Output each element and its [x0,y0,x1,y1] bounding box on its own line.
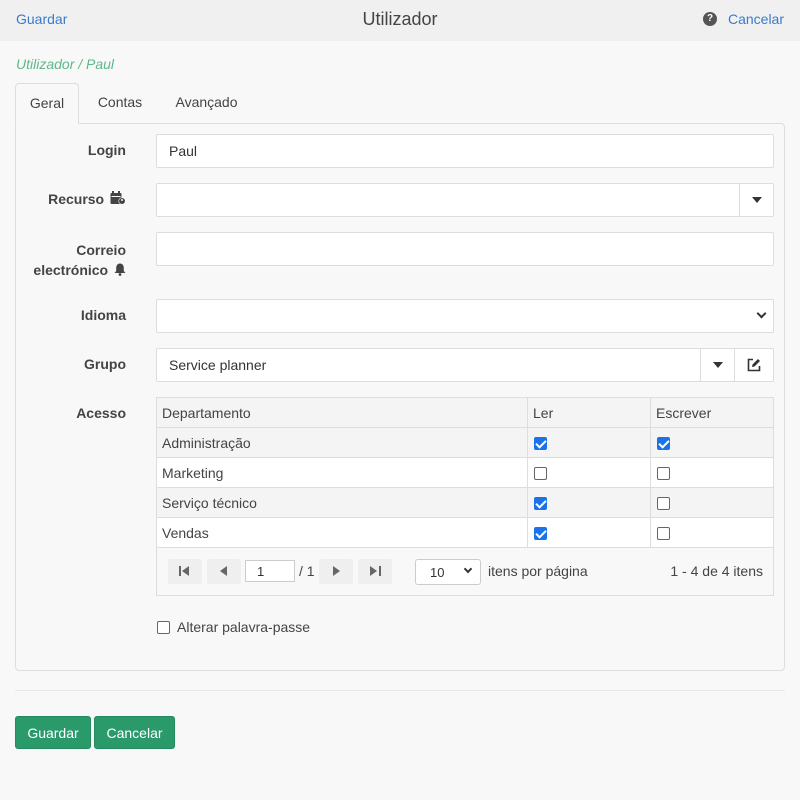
next-page-icon [333,566,340,576]
next-page-button[interactable] [319,559,353,584]
bell-icon [114,263,126,276]
resource-label-text: Recurso [48,191,105,207]
page-size-select[interactable]: 10 [415,559,481,585]
group-label: Grupo [84,356,126,372]
group-value: Service planner [169,357,267,373]
table-row: Serviço técnico [156,487,774,518]
access-table: Departamento Ler Escrever Administração … [156,397,774,548]
chevron-down-icon [463,564,473,574]
department-cell: Administração [156,427,528,458]
column-header-write[interactable]: Escrever [650,397,774,428]
tab-avancado[interactable]: Avançado [165,83,248,124]
save-button[interactable]: Guardar [15,716,91,749]
resource-select[interactable] [156,183,774,217]
calendar-user-icon [110,191,126,205]
table-header-row: Departamento Ler Escrever [156,397,774,428]
table-row: Marketing [156,457,774,488]
cancel-button[interactable]: Cancelar [94,716,175,749]
help-icon[interactable]: ? [703,12,717,26]
first-page-button[interactable] [168,559,202,584]
column-header-department[interactable]: Departamento [156,397,528,428]
change-password-checkbox[interactable] [157,620,170,634]
department-cell: Marketing [156,457,528,488]
page-number-input[interactable]: 1 [245,560,295,582]
first-page-icon [179,566,181,576]
last-page-icon [370,566,377,576]
email-input[interactable] [156,232,774,266]
edit-icon [747,358,761,372]
page-size-value: 10 [430,565,445,580]
write-checkbox[interactable] [657,497,670,511]
read-checkbox[interactable] [534,497,547,511]
group-select[interactable]: Service planner [156,348,774,382]
login-input[interactable]: Paul [156,134,774,168]
resource-dropdown-button[interactable] [739,184,773,216]
group-dropdown-button[interactable] [700,349,734,381]
email-label-line2: electrónico [33,262,109,278]
last-page-button[interactable] [358,559,392,584]
change-password-row[interactable]: Alterar palavra-passe [156,619,310,635]
column-header-read[interactable]: Ler [527,397,651,428]
caret-down-icon [713,362,723,368]
divider [15,690,785,691]
write-checkbox[interactable] [657,527,670,541]
caret-down-icon [752,197,762,203]
prev-page-icon [220,566,227,576]
prev-page-button[interactable] [207,559,241,584]
pager: 1 / 1 10 itens por página 1 - 4 de 4 ite… [156,548,774,596]
read-checkbox[interactable] [534,437,547,451]
access-label: Acesso [76,405,126,421]
language-select[interactable] [156,299,774,333]
change-password-label[interactable]: Alterar palavra-passe [177,619,310,635]
department-cell: Vendas [156,517,528,548]
table-row: Administração [156,427,774,458]
login-label: Login [87,142,126,158]
read-checkbox[interactable] [534,527,547,541]
write-checkbox[interactable] [657,437,670,451]
per-page-label: itens por página [488,563,588,579]
login-value: Paul [169,143,198,159]
read-checkbox[interactable] [534,467,547,481]
email-label: Correio electrónico [33,240,126,280]
department-cell: Serviço técnico [156,487,528,518]
email-label-line1: Correio [76,242,126,258]
resource-label: Recurso [48,191,126,207]
chevron-down-icon [756,308,767,319]
page-total: / 1 [299,563,315,579]
header-cancel-link[interactable]: Cancelar [728,11,784,27]
group-edit-button[interactable] [734,349,773,381]
tab-geral[interactable]: Geral [15,83,79,124]
language-label: Idioma [80,307,126,323]
write-checkbox[interactable] [657,467,670,481]
pager-info: 1 - 4 de 4 itens [670,563,763,579]
table-row: Vendas [156,517,774,548]
